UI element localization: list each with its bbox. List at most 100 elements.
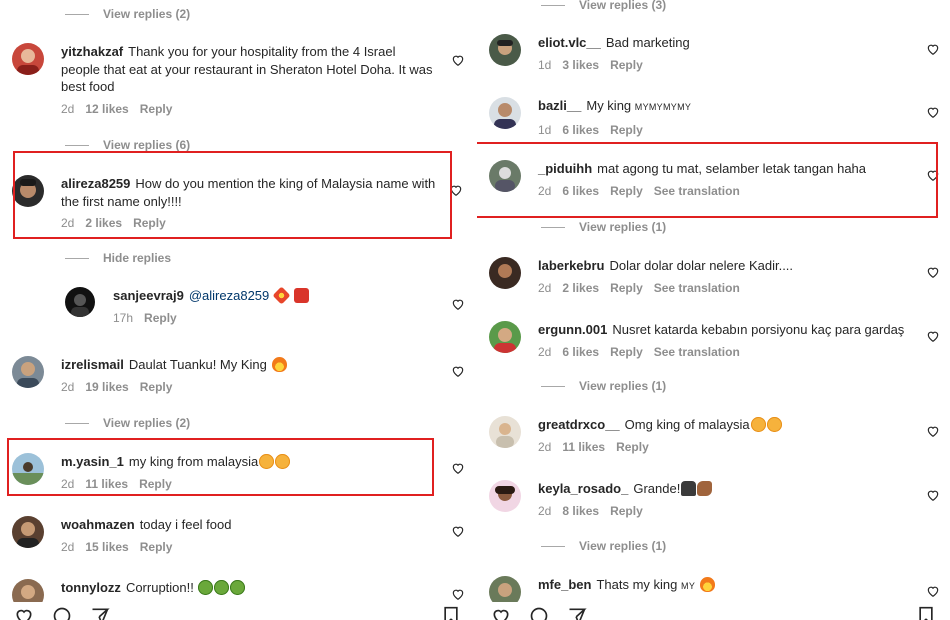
comment-time: 2d: [538, 503, 552, 518]
reply-button[interactable]: Reply: [610, 281, 643, 295]
reply-button[interactable]: Reply: [140, 540, 173, 554]
like-heart-icon[interactable]: [926, 329, 940, 343]
comment-likes[interactable]: 6 likes: [562, 184, 599, 198]
avatar[interactable]: [489, 321, 521, 353]
like-heart-icon[interactable]: [451, 461, 465, 475]
reply-button[interactable]: Reply: [144, 311, 177, 325]
bookmark-icon[interactable]: [917, 606, 935, 620]
like-heart-icon[interactable]: [926, 488, 940, 502]
comment-username[interactable]: keyla_rosado_: [538, 481, 628, 496]
divider: [65, 257, 89, 259]
like-heart-icon[interactable]: [449, 183, 463, 197]
heart-icon[interactable]: [14, 606, 34, 620]
comment-username[interactable]: ergunn.001: [538, 322, 607, 337]
comment-likes[interactable]: 11 likes: [562, 440, 605, 454]
comment-username[interactable]: greatdrxco__: [538, 417, 620, 432]
comment-time: 2d: [61, 216, 75, 230]
reply-button[interactable]: Reply: [140, 102, 173, 116]
comment-likes[interactable]: 2 likes: [85, 216, 122, 230]
comment-username[interactable]: laberkebru: [538, 258, 604, 273]
share-icon[interactable]: [567, 606, 587, 620]
avatar[interactable]: [12, 516, 44, 548]
comment-likes[interactable]: 3 likes: [562, 58, 599, 72]
see-translation-button[interactable]: See translation: [654, 184, 740, 198]
view-replies-button[interactable]: View replies (6): [65, 136, 475, 154]
bookmark-icon[interactable]: [442, 606, 460, 620]
reply-button[interactable]: Reply: [610, 123, 643, 137]
view-replies-button[interactable]: View replies (3): [541, 0, 950, 14]
avatar[interactable]: [12, 175, 44, 207]
reply-button[interactable]: Reply: [610, 184, 643, 198]
avatar[interactable]: [65, 287, 95, 317]
like-heart-icon[interactable]: [926, 105, 940, 119]
like-heart-icon[interactable]: [926, 265, 940, 279]
heart-eyes-emoji-icon: [750, 417, 766, 432]
comment-likes[interactable]: 6 likes: [562, 345, 599, 359]
comment-username[interactable]: mfe_ben: [538, 577, 591, 592]
comment-username[interactable]: bazli__: [538, 98, 581, 113]
see-translation-button[interactable]: See translation: [654, 281, 740, 295]
comment-time: 2d: [61, 476, 75, 491]
avatar[interactable]: [12, 43, 44, 75]
avatar[interactable]: [12, 453, 44, 485]
avatar[interactable]: [489, 160, 521, 192]
view-replies-button[interactable]: View replies (1): [541, 537, 950, 555]
comment-text: Daulat Tuanku! My King: [128, 357, 267, 372]
like-heart-icon[interactable]: [926, 168, 940, 182]
reply-button[interactable]: Reply: [610, 504, 643, 518]
comment-time: 2d: [61, 101, 75, 116]
view-replies-button[interactable]: View replies (2): [65, 5, 475, 23]
avatar[interactable]: [489, 480, 521, 512]
comment-likes[interactable]: 15 likes: [85, 540, 128, 554]
reply-button[interactable]: Reply: [616, 440, 649, 454]
comment-icon[interactable]: [52, 606, 72, 620]
heart-icon[interactable]: [491, 606, 511, 620]
comment-username[interactable]: alireza8259: [61, 176, 130, 191]
avatar[interactable]: [12, 356, 44, 388]
comment-username[interactable]: tonnylozz: [61, 580, 121, 595]
comment-likes[interactable]: 12 likes: [85, 102, 128, 116]
avatar[interactable]: [489, 97, 521, 129]
like-heart-icon[interactable]: [926, 42, 940, 56]
reply-button[interactable]: Reply: [140, 380, 173, 394]
comment-text: Thats my king: [596, 577, 678, 592]
comment-username[interactable]: m.yasin_1: [61, 454, 124, 469]
comment-username[interactable]: yitzhakzaf: [61, 44, 123, 59]
reply-button[interactable]: Reply: [610, 345, 643, 359]
like-heart-icon[interactable]: [451, 587, 465, 601]
like-heart-icon[interactable]: [451, 53, 465, 67]
comment-meta: 1d 6 likes Reply: [538, 123, 910, 137]
share-icon[interactable]: [90, 606, 110, 620]
see-translation-button[interactable]: See translation: [654, 345, 740, 359]
comment-likes[interactable]: 11 likes: [85, 477, 128, 491]
comment-likes[interactable]: 2 likes: [562, 281, 599, 295]
view-replies-button[interactable]: View replies (1): [541, 377, 950, 395]
like-heart-icon[interactable]: [451, 364, 465, 378]
like-heart-icon[interactable]: [926, 424, 940, 438]
avatar[interactable]: [489, 416, 521, 448]
comment-likes[interactable]: 6 likes: [562, 123, 599, 137]
comment-text: Omg king of malaysia: [624, 417, 750, 432]
comment-username[interactable]: eliot.vlc__: [538, 35, 601, 50]
comment-username[interactable]: _piduihh: [538, 161, 592, 176]
view-replies-button[interactable]: View replies (1): [541, 218, 950, 236]
reply-button[interactable]: Reply: [133, 216, 166, 230]
comment-username[interactable]: izrelismail: [61, 357, 124, 372]
reply-button[interactable]: Reply: [139, 477, 172, 491]
like-heart-icon[interactable]: [451, 297, 465, 311]
view-replies-button[interactable]: View replies (2): [65, 414, 475, 432]
hide-replies-button[interactable]: Hide replies: [65, 249, 475, 267]
avatar[interactable]: [489, 257, 521, 289]
avatar[interactable]: [489, 34, 521, 66]
angry-emoji-icon: [214, 580, 230, 595]
comment-meta: 2d 2 likes Reply See translation: [538, 281, 910, 295]
comment-username[interactable]: sanjeevraj9: [113, 288, 184, 303]
comment-username[interactable]: woahmazen: [61, 517, 135, 532]
like-heart-icon[interactable]: [451, 524, 465, 538]
comment-icon[interactable]: [529, 606, 549, 620]
comment-likes[interactable]: 19 likes: [85, 380, 128, 394]
reply-button[interactable]: Reply: [610, 58, 643, 72]
comment-likes[interactable]: 8 likes: [562, 504, 599, 518]
mention-link[interactable]: @alireza8259: [189, 288, 269, 303]
like-heart-icon[interactable]: [926, 584, 940, 598]
